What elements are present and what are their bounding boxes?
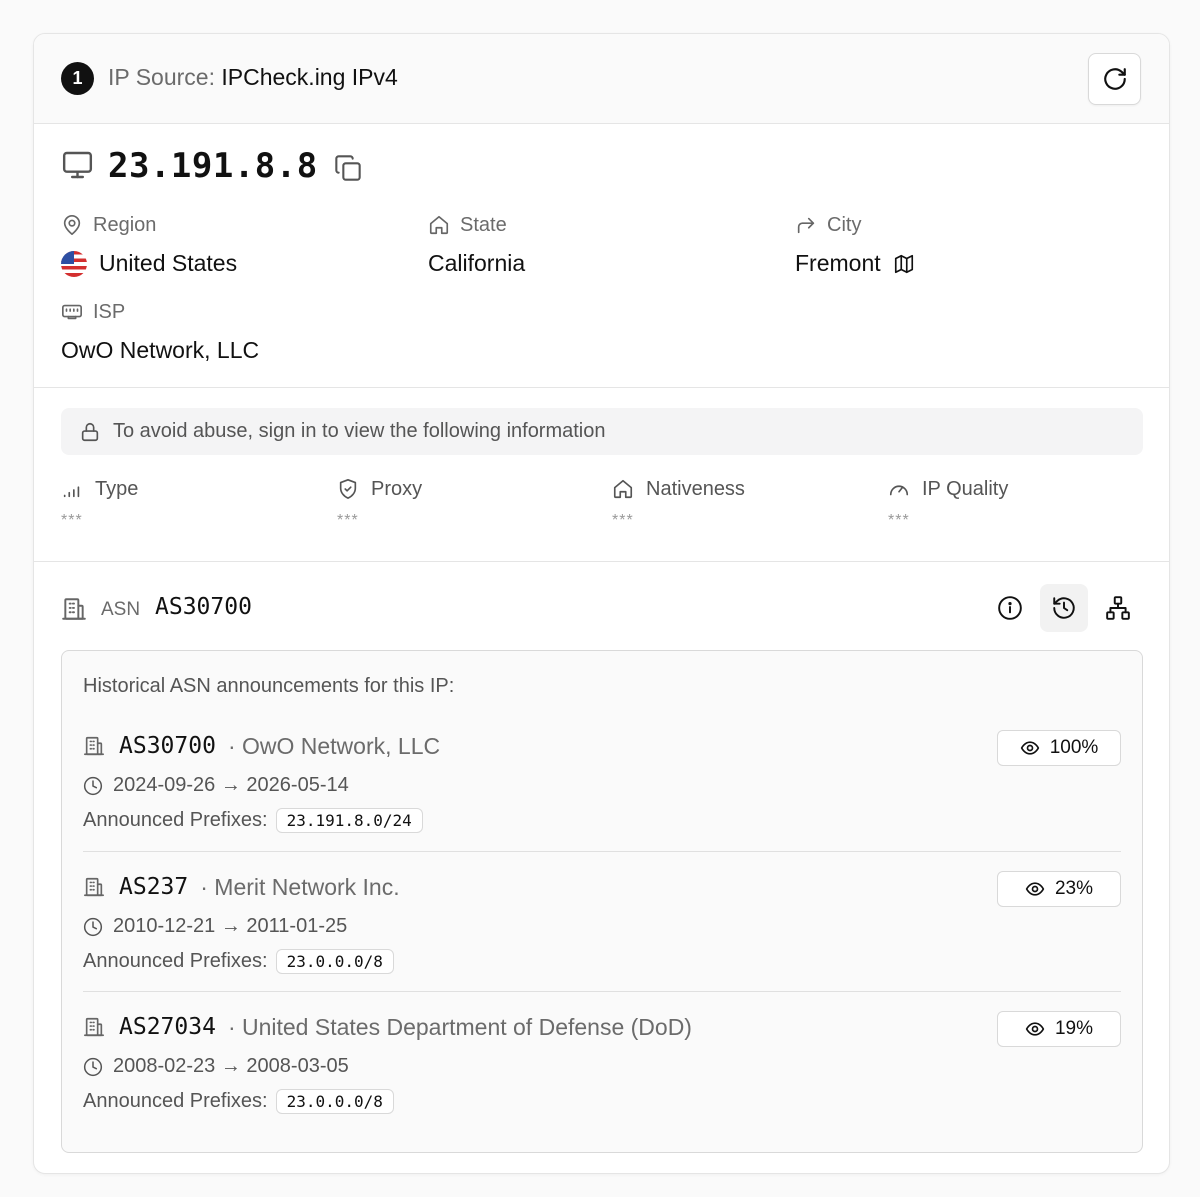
visibility-badge: 19% [997,1011,1121,1047]
history-asn-code[interactable]: AS27034 [119,1014,216,1040]
asn-history-entry: AS30700 · OwO Network, LLC 2024-09-26 → … [83,730,1121,870]
us-flag-icon [61,250,87,277]
city-label: City [827,213,862,236]
history-asn-code[interactable]: AS30700 [119,733,216,759]
sign-in-notice[interactable]: To avoid abuse, sign in to view the foll… [61,408,1143,455]
type-label: Type [95,477,139,500]
isp-value: OwO Network, LLC [61,337,260,363]
history-asn-org: · Merit Network Inc. [200,873,400,900]
map-icon[interactable] [893,253,915,275]
state-field: State California [428,212,525,277]
ip-source-title: IP Source: IPCheck.ing IPv4 [108,64,398,91]
monitor-icon [62,151,93,179]
ip-source-label: IP Source: [108,64,215,90]
region-value: United States [99,250,238,276]
visibility-percent: 19% [1054,1018,1094,1039]
ip-quality-value: *** [888,512,910,529]
prefix-label: Announced Prefixes: [83,950,268,972]
home-icon [429,215,449,235]
proxy-metric: Proxy *** [337,476,422,530]
clock-icon [83,776,103,795]
history-icon [1053,597,1075,619]
sign-in-notice-text: To avoid abuse, sign in to view the foll… [113,420,606,442]
nativeness-label: Nativeness [646,477,745,500]
isp-field: ISP OwO Network, LLC [61,299,259,364]
city-field: City Fremont [795,212,915,277]
ip-source-value: IPCheck.ing IPv4 [221,64,398,90]
isp-label: ISP [93,300,126,323]
building-icon [62,598,86,620]
copy-icon[interactable] [334,154,362,182]
building-icon [84,736,104,756]
history-dates: 2024-09-26 → 2026-05-14 [113,774,349,796]
building-icon [84,1017,104,1037]
asn-label: ASN [101,599,141,620]
forward-arrow-icon [797,217,815,234]
history-dates: 2008-02-23 → 2008-03-05 [113,1055,349,1077]
region-field: Region United States [61,212,237,277]
nativeness-metric: Nativeness *** [612,476,745,530]
asn-info-button[interactable] [986,584,1034,632]
eye-icon [1025,882,1045,896]
refresh-icon [1103,68,1126,90]
city-value: Fremont [795,250,881,276]
signal-icon [63,486,80,498]
type-value: *** [61,512,83,529]
region-label: Region [93,213,157,236]
clock-icon [83,1057,103,1076]
eye-icon [1025,1022,1045,1036]
asn-history-entry: AS27034 · United States Department of De… [83,991,1121,1131]
clock-icon [83,917,103,936]
restricted-section: To avoid abuse, sign in to view the foll… [34,388,1169,562]
history-dates: 2010-12-21 → 2011-01-25 [113,915,348,937]
ip-quality-label: IP Quality [922,477,1009,500]
nativeness-value: *** [612,512,634,529]
asn-history-entry: AS237 · Merit Network Inc. 2010-12-21 → … [83,851,1121,991]
building-icon [84,877,104,897]
proxy-value: *** [337,512,359,529]
ip-details-section: 23.191.8.8 Region United States State Ca… [34,124,1169,388]
state-value: California [428,250,526,276]
proxy-label: Proxy [371,477,423,500]
history-asn-org: · OwO Network, LLC [227,732,441,759]
map-pin-icon [63,215,81,235]
history-asn-code[interactable]: AS237 [119,874,188,900]
ip-quality-metric: IP Quality *** [888,476,1008,530]
history-asn-org: · United States Department of Defense (D… [227,1013,692,1040]
type-metric: Type *** [61,476,138,530]
ip-info-card: 1 IP Source: IPCheck.ing IPv4 23.191.8.8… [33,33,1170,1174]
eye-icon [1020,741,1039,755]
visibility-percent: 23% [1054,878,1094,899]
asn-topology-button[interactable] [1094,584,1142,632]
lock-icon [81,422,99,441]
asn-value: AS30700 [155,594,252,620]
visibility-badge: 100% [997,730,1121,766]
info-icon [998,596,1022,620]
card-header: 1 IP Source: IPCheck.ing IPv4 [34,34,1169,124]
asn-actions [986,584,1142,632]
home-icon [613,479,633,499]
visibility-badge: 23% [997,871,1121,907]
history-title: Historical ASN announcements for this IP… [83,675,455,697]
state-label: State [460,213,507,236]
refresh-button[interactable] [1088,53,1141,105]
prefix-value: 23.0.0.0/8 [275,1089,394,1114]
network-icon [1106,596,1130,620]
gauge-icon [889,485,909,496]
ip-address[interactable]: 23.191.8.8 [108,146,318,186]
asn-history-button[interactable] [1040,584,1088,632]
prefix-label: Announced Prefixes: [83,1090,268,1112]
prefix-label: Announced Prefixes: [83,809,268,831]
prefix-value: 23.191.8.0/24 [275,808,423,833]
network-card-icon [62,304,82,320]
shield-icon [339,479,357,499]
asn-history-panel: Historical ASN announcements for this IP… [61,650,1143,1153]
step-badge: 1 [61,62,94,95]
asn-row: ASN AS30700 [61,584,1142,634]
prefix-value: 23.0.0.0/8 [275,949,394,974]
visibility-percent: 100% [1049,737,1099,758]
